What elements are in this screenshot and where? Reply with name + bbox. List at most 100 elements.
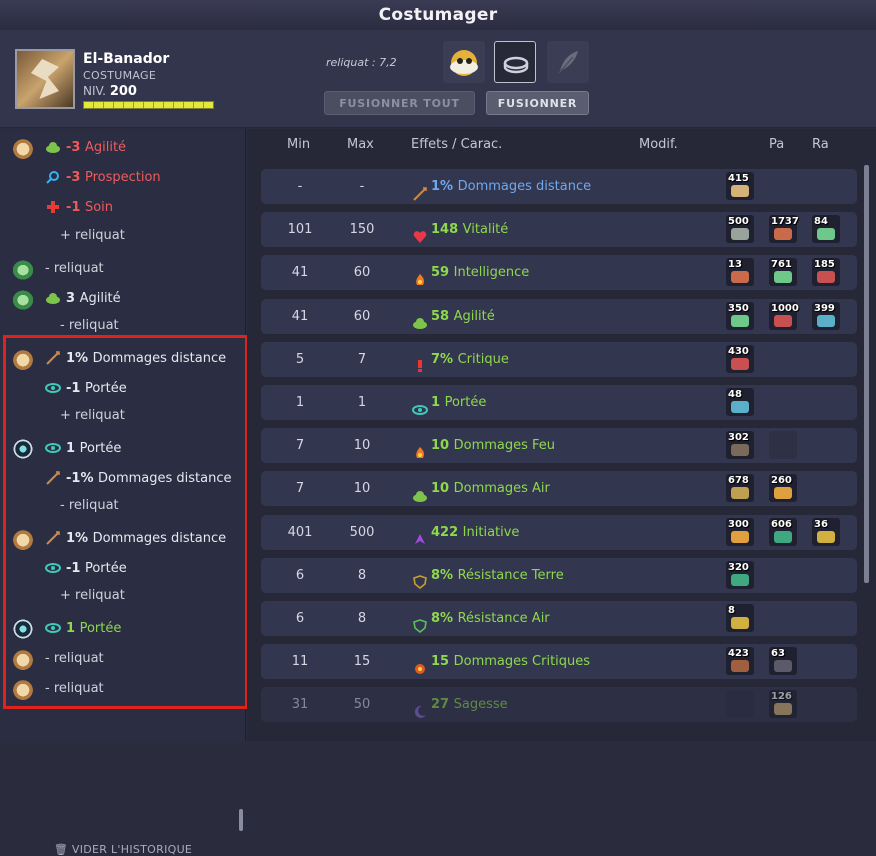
- rune-button[interactable]: 260: [769, 474, 797, 503]
- history-value: -3: [66, 140, 85, 155]
- item-slot[interactable]: [443, 41, 485, 83]
- stat-row[interactable]: 111 Portée 48: [261, 385, 857, 420]
- green-cloud-icon: [45, 291, 61, 307]
- stat-max: 15: [353, 654, 371, 670]
- stat-max: 60: [353, 265, 371, 281]
- stat-effect: 8% Résistance Air: [412, 601, 550, 636]
- rune-button[interactable]: 84: [812, 215, 840, 244]
- history-scrollbar[interactable]: [239, 809, 243, 831]
- rune-count: 320: [728, 561, 749, 573]
- rune-button[interactable]: 8: [726, 604, 754, 632]
- stat-row[interactable]: 7 10 10 Dommages Air 678 260: [261, 471, 857, 507]
- stat-effect: 59 Intelligence: [412, 255, 529, 290]
- history-entry: - reliquat: [45, 258, 104, 280]
- rune-button[interactable]: 320: [726, 560, 754, 589]
- rune-icon: [731, 357, 749, 370]
- stat-row[interactable]: - - 1% Dommages distance 415: [261, 169, 857, 204]
- stats-scrollbar[interactable]: [864, 165, 869, 583]
- rune-icon: [731, 617, 749, 629]
- level-label: NIV.: [83, 84, 106, 98]
- rune-button[interactable]: 48: [726, 388, 754, 416]
- stat-label: Critique: [457, 351, 509, 367]
- moon-icon: [412, 698, 426, 718]
- rune-icon: [774, 271, 792, 284]
- stat-row[interactable]: 11 15 15 Dommages Critiques 423 63: [261, 644, 857, 680]
- stat-effect: 58 Agilité: [412, 299, 495, 334]
- rune-slot[interactable]: [494, 41, 536, 83]
- rune-button[interactable]: 430: [726, 344, 754, 373]
- rune-count: 126: [771, 691, 792, 703]
- stat-effect: 1 Portée: [412, 385, 486, 420]
- rune-count: 260: [771, 475, 792, 487]
- rune-icon: [731, 401, 749, 413]
- rune-count: 1000: [771, 302, 799, 314]
- stat-label: Résistance Terre: [457, 567, 564, 583]
- fuse-button[interactable]: FUSIONNER: [486, 91, 589, 115]
- rune-button[interactable]: 36: [812, 517, 840, 546]
- rune-button[interactable]: [726, 690, 754, 719]
- rune-button[interactable]: 300: [726, 517, 754, 546]
- stat-min: 5: [295, 351, 305, 367]
- stat-min: 7: [295, 438, 305, 454]
- stat-row[interactable]: 7 10 10 Dommages Feu 302: [261, 428, 857, 464]
- rune-icon: [774, 487, 792, 500]
- stat-row[interactable]: 401 500 422 Initiative 300 606 36: [261, 514, 857, 550]
- trash-icon: 🗑: [53, 843, 69, 856]
- stat-label: Agilité: [453, 308, 495, 324]
- window-title: Costumager: [378, 5, 498, 25]
- rune-icon: [817, 271, 835, 284]
- avatar: [15, 49, 75, 109]
- stat-row[interactable]: 5 7 7% Critique 430: [261, 341, 857, 377]
- stat-min: 41: [291, 308, 309, 324]
- rune-button[interactable]: 415: [726, 172, 754, 200]
- stat-label: Résistance Air: [457, 611, 550, 626]
- feather-slot[interactable]: [547, 41, 589, 83]
- rune-button[interactable]: 63: [769, 647, 797, 676]
- rune-button[interactable]: 761: [769, 258, 797, 287]
- stat-min: 1: [295, 395, 305, 410]
- stat-label: Portée: [444, 395, 487, 410]
- col-header-ra: Ra: [812, 137, 829, 152]
- rune-button[interactable]: 126: [769, 690, 797, 719]
- history-label: - reliquat: [60, 318, 119, 333]
- rune-button[interactable]: 423: [726, 647, 754, 676]
- rune-button[interactable]: 13: [726, 258, 754, 287]
- rune-button[interactable]: 606: [769, 517, 797, 546]
- rune-button[interactable]: 500: [726, 215, 754, 244]
- rune-button[interactable]: 302: [726, 431, 754, 460]
- stat-row[interactable]: 6 8 8% Résistance Terre 320: [261, 557, 857, 593]
- stat-max: 150: [349, 222, 375, 238]
- rune-count: 63: [771, 648, 785, 660]
- rune-button[interactable]: [769, 431, 797, 460]
- rune-icon: [731, 271, 749, 284]
- stat-label: Intelligence: [453, 265, 530, 281]
- critical-damage-icon: [412, 655, 426, 674]
- stat-value: 59: [431, 265, 454, 281]
- stat-max: 10: [353, 438, 371, 454]
- player-level: NIV. 200: [83, 84, 137, 99]
- exclamation-icon: [412, 352, 426, 373]
- stat-row[interactable]: 41 60 58 Agilité 350 1000 399: [261, 298, 857, 334]
- rune-button[interactable]: 1000: [769, 301, 799, 330]
- stat-min: 7: [295, 481, 305, 497]
- rune-button[interactable]: 399: [812, 301, 840, 330]
- clear-history-button[interactable]: 🗑 VIDER L'HISTORIQUE: [0, 843, 246, 856]
- stat-row[interactable]: 6 8 8% Résistance Air 8: [261, 601, 857, 636]
- rune-icon: [731, 185, 749, 197]
- rune-button[interactable]: 678: [726, 474, 754, 503]
- stat-row[interactable]: 31 50 27 Sagesse 126: [261, 687, 857, 723]
- fuse-all-button[interactable]: FUSIONNER TOUT: [324, 91, 475, 115]
- feather-icon: [558, 51, 578, 74]
- stat-row[interactable]: 101 150 148 Vitalité 500 1737 84: [261, 212, 857, 248]
- rune-icon: [817, 530, 835, 543]
- history-label: Soin: [84, 200, 114, 215]
- stat-effect: 148 Vitalité: [412, 212, 508, 247]
- col-header-min: Min: [287, 137, 311, 152]
- rune-count: 1737: [771, 216, 799, 228]
- rune-button[interactable]: 1737: [769, 215, 799, 244]
- fire-icon: [412, 439, 426, 458]
- rune-button[interactable]: 350: [726, 301, 754, 330]
- history-entry: -3 Agilité: [45, 137, 126, 159]
- stat-row[interactable]: 41 60 59 Intelligence 13 761 185: [261, 255, 857, 291]
- rune-button[interactable]: 185: [812, 258, 840, 287]
